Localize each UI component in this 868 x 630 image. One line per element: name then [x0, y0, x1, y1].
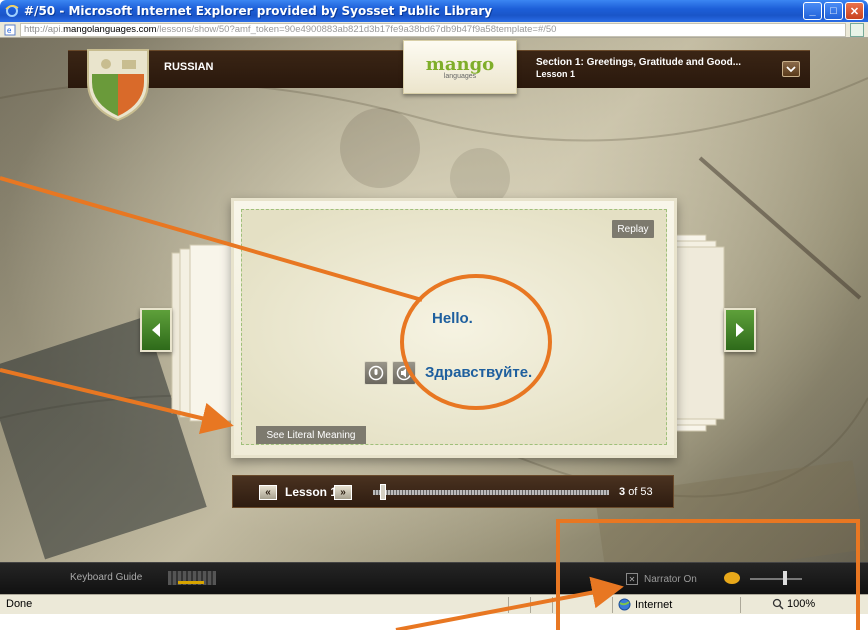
phrase-target-language[interactable]: Здравствуйте. [425, 364, 532, 381]
zoom-icon [772, 598, 784, 610]
svg-text:e: e [7, 26, 12, 35]
next-slide-button[interactable] [724, 308, 756, 352]
progress-thumb[interactable] [380, 484, 387, 500]
zoom-level: 100% [787, 598, 816, 610]
section-dropdown-button[interactable] [782, 61, 800, 77]
fast-forward-icon: » [340, 487, 346, 498]
arrow-right-icon [736, 323, 744, 337]
audio-icon [368, 365, 384, 381]
zone-label: Internet [635, 598, 673, 611]
url-path: /lessons/show/50?amf_token=90e4900883ab8… [156, 24, 557, 35]
page-bottom-margin [0, 614, 868, 630]
status-text: Done [6, 598, 33, 610]
status-divider [740, 597, 741, 613]
previous-lesson-button[interactable]: « [259, 485, 277, 500]
maximize-button[interactable]: □ [824, 2, 843, 20]
close-button[interactable]: ✕ [845, 2, 864, 20]
url-domain: mangolanguages.com [63, 24, 157, 35]
address-bar: e http://api. mangolanguages.com/lessons/… [0, 22, 868, 38]
close-icon: ✕ [849, 5, 860, 18]
globe-icon [618, 598, 631, 611]
language-label: RUSSIAN [164, 61, 214, 73]
lesson-progress-bar: « Lesson 1 » 3 of 53 [232, 475, 674, 508]
status-divider [612, 597, 613, 613]
next-lesson-button[interactable]: » [334, 485, 352, 500]
window-title: #/50 - Microsoft Internet Explorer provi… [24, 4, 493, 18]
chevron-down-icon [786, 66, 796, 73]
arrow-left-icon [152, 323, 160, 337]
previous-pages-stack [171, 244, 232, 422]
status-divider [530, 597, 531, 613]
keyboard-guide-link[interactable]: Keyboard Guide [70, 572, 142, 583]
progress-track[interactable] [373, 490, 609, 495]
section-title: Section 1: Greetings, Gratitude and Good… [536, 57, 742, 68]
phrase-english: Hello. [432, 310, 473, 327]
url-prefix: http://api. [24, 24, 64, 35]
slide-counter: 3 of 53 [619, 486, 653, 498]
ie-logo-icon [4, 3, 20, 19]
window-titlebar: #/50 - Microsoft Internet Explorer provi… [0, 0, 868, 22]
status-divider [508, 597, 509, 613]
slide-total: of 53 [628, 486, 653, 498]
mango-logo: mango languages [403, 40, 517, 94]
volume-slider[interactable] [750, 578, 802, 580]
brand-subtitle: languages [443, 73, 477, 80]
slide-content: Replay Hello. Здравствуйте. See Literal … [241, 209, 667, 445]
minimize-icon: _ [809, 5, 816, 17]
narrator-toggle-icon: ✕ [626, 573, 638, 585]
app-bottom-toolbar: Keyboard Guide ✕ Narrator On [0, 562, 868, 594]
volume-slider-thumb[interactable] [783, 571, 787, 585]
play-audio-button[interactable] [364, 361, 388, 385]
zoom-control[interactable]: 100% [772, 598, 815, 610]
lesson-label: Lesson 1 [285, 485, 338, 499]
see-literal-meaning-button[interactable]: See Literal Meaning [256, 426, 366, 444]
narrator-toggle[interactable]: ✕ Narrator On [626, 573, 697, 585]
compat-view-icon[interactable] [850, 22, 864, 37]
speech-bubble-icon[interactable] [724, 572, 740, 584]
narrator-label: Narrator On [644, 573, 697, 585]
lesson-viewport: RUSSIAN Section 1: Greetings, Gratitude … [0, 38, 868, 562]
page-icon: e [4, 24, 16, 35]
status-bar: Done Internet 100% [0, 594, 868, 614]
slow-audio-button[interactable] [392, 361, 416, 385]
course-shield-emblem [87, 49, 149, 122]
lesson-slide: Replay Hello. Здравствуйте. See Literal … [231, 198, 677, 458]
slide-current: 3 [619, 486, 626, 498]
url-field[interactable]: http://api. mangolanguages.com/lessons/sh… [20, 22, 846, 37]
brand-name: mango [425, 54, 495, 75]
replay-button[interactable]: Replay [612, 220, 654, 238]
lesson-title: Lesson 1 [536, 69, 576, 79]
status-divider [552, 597, 553, 613]
speaker-icon [396, 365, 412, 381]
minimize-button[interactable]: _ [803, 2, 822, 20]
security-zone[interactable]: Internet [618, 598, 672, 611]
keyboard-highlight [178, 581, 204, 584]
rewind-icon: « [265, 487, 271, 498]
maximize-icon: □ [830, 5, 837, 17]
previous-slide-button[interactable] [140, 308, 172, 352]
